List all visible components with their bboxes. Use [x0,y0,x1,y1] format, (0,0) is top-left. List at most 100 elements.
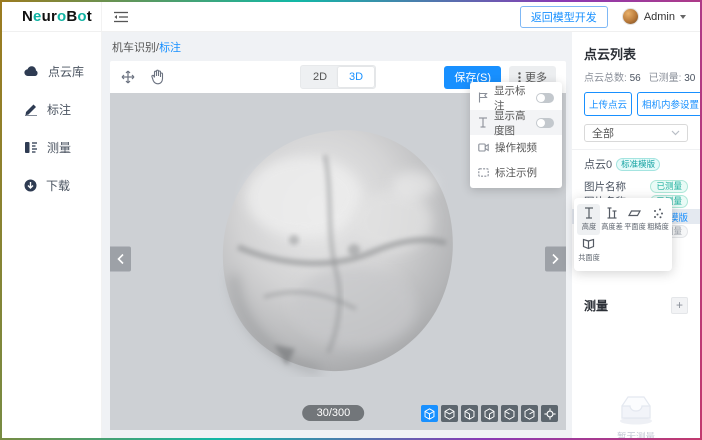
menu-item-label: 操作视频 [495,140,554,155]
breadcrumb-current[interactable]: 标注 [159,42,181,54]
measure-tools-popover: 高度 高度差 平面度 粗糙度 [574,198,672,271]
move-tool-icon[interactable] [120,69,136,85]
toolbar-left-icons [120,69,165,85]
tool-height[interactable]: 高度 [577,204,600,235]
measured-value: 30 [684,73,695,84]
image-row[interactable]: 图片名称 已测量 [584,179,688,194]
height-diff-icon [606,207,618,219]
sidebar: 点云库 标注 测量 下载 [2,32,102,438]
next-image-button[interactable] [545,246,566,271]
top-bar: NeuroBot 返回模型开发 Admin [2,2,700,32]
show-annotations-toggle[interactable] [536,93,554,103]
dimension-segmented-control: 2D 3D [300,65,376,89]
avatar [622,8,639,25]
view-top-button[interactable] [521,405,538,422]
tooth-3d-mesh [204,125,472,377]
tool-label: 平面度 [624,222,646,232]
user-name: Admin [644,11,675,23]
filter-value: 全部 [592,125,614,141]
measured-badge: 已测量 [650,180,688,193]
measure-icon [24,141,38,154]
empty-box-icon [614,392,658,426]
view-back-button[interactable] [461,405,478,422]
sidebar-item-download[interactable]: 下载 [2,166,101,204]
sidebar-item-pointcloud-library[interactable]: 点云库 [2,52,101,90]
upload-pointcloud-button[interactable]: 上传点云 [584,92,632,116]
sidebar-item-annotate[interactable]: 标注 [2,90,101,128]
logo-box: NeuroBot [2,2,102,31]
main-area: 机车识别/标注 2D 3D [102,32,572,438]
sidebar-item-label: 下载 [46,177,70,194]
logo-gear-o: o [57,8,66,25]
app-logo: NeuroBot [22,8,92,25]
breadcrumb-parent: 机车识别 [112,42,156,54]
measured-label: 已测量: [649,73,682,84]
chevron-left-icon [117,253,124,264]
example-rect-icon [478,168,489,177]
menu-item-tutorial-video[interactable]: 操作视频 [470,135,562,160]
back-to-model-dev-button[interactable]: 返回模型开发 [520,6,608,28]
more-dropdown-menu: 显示标注 显示高度图 操作视频 标注示例 [470,82,562,188]
tool-flatness[interactable]: 平面度 [623,204,646,235]
logo-text: ur [42,8,57,25]
measured-count: 已测量: 30 [649,69,696,84]
menu-item-label: 显示高度图 [494,108,530,138]
crosshair-icon [544,408,556,420]
view-front-button[interactable] [441,405,458,422]
image-name: 图片名称 [584,179,626,194]
flag-icon [478,92,488,103]
pointcloud-item[interactable]: 点云0 标准模版 [584,156,688,172]
view-right-button[interactable] [501,405,518,422]
user-menu[interactable]: Admin [622,8,686,25]
height-icon [583,207,595,219]
chevron-down-icon [680,15,686,19]
menu-item-label: 标注示例 [495,165,554,180]
pen-icon [24,103,38,116]
app-body: 点云库 标注 测量 下载 机车识别/标注 [2,32,700,438]
filter-select[interactable]: 全部 [584,124,688,142]
panel-stats: 点云总数: 56 已测量: 30 [584,69,688,84]
cube-icon [464,408,475,420]
menu-item-show-annotations[interactable]: 显示标注 [470,85,562,110]
menu-item-annotation-example[interactable]: 标注示例 [470,160,562,185]
add-measure-button[interactable]: + [671,297,688,314]
cube-icon [484,408,495,420]
prev-image-button[interactable] [110,246,131,271]
empty-text: 暂无测量 [617,429,655,438]
empty-state: 暂无测量 [584,392,688,438]
template-tag: 标准模版 [616,158,660,171]
tool-roughness[interactable]: 粗糙度 [646,204,669,235]
total-label: 点云总数: [584,73,627,84]
sidebar-item-label: 测量 [47,139,71,156]
chevron-down-icon [671,130,680,136]
screenshot-frame: NeuroBot 返回模型开发 Admin 点云库 标注 测量 [0,0,702,440]
divider [572,149,700,150]
chevron-right-icon [552,253,559,264]
menu-fold-icon[interactable] [114,11,128,23]
text-height-icon [478,117,488,128]
sidebar-item-label: 点云库 [48,63,84,80]
camera-params-button[interactable]: 相机内参设置 [637,92,700,116]
view-left-button[interactable] [481,405,498,422]
tool-label: 共面度 [578,253,600,263]
sidebar-item-measure[interactable]: 测量 [2,128,101,166]
roughness-icon [652,207,664,219]
cube-icon [524,408,535,420]
sidebar-item-label: 标注 [47,101,71,118]
breadcrumb: 机车识别/标注 [110,37,566,61]
cube-icon [424,408,435,420]
download-icon [24,179,37,192]
view-cube-iso-button[interactable] [421,405,438,422]
panel-title: 点云列表 [584,44,688,63]
hand-tool-icon[interactable] [150,69,165,85]
show-heightmap-toggle[interactable] [536,118,554,128]
tool-coplanarity[interactable]: 共面度 [577,235,600,266]
total-value: 56 [630,73,641,84]
menu-item-show-heightmap[interactable]: 显示高度图 [470,110,562,135]
mode-3d-button[interactable]: 3D [338,67,374,87]
cube-icon [444,408,455,420]
tool-height-diff[interactable]: 高度差 [600,204,623,235]
locate-button[interactable] [541,405,558,422]
mode-2d-button[interactable]: 2D [302,67,338,87]
app-window: NeuroBot 返回模型开发 Admin 点云库 标注 测量 [2,2,700,438]
